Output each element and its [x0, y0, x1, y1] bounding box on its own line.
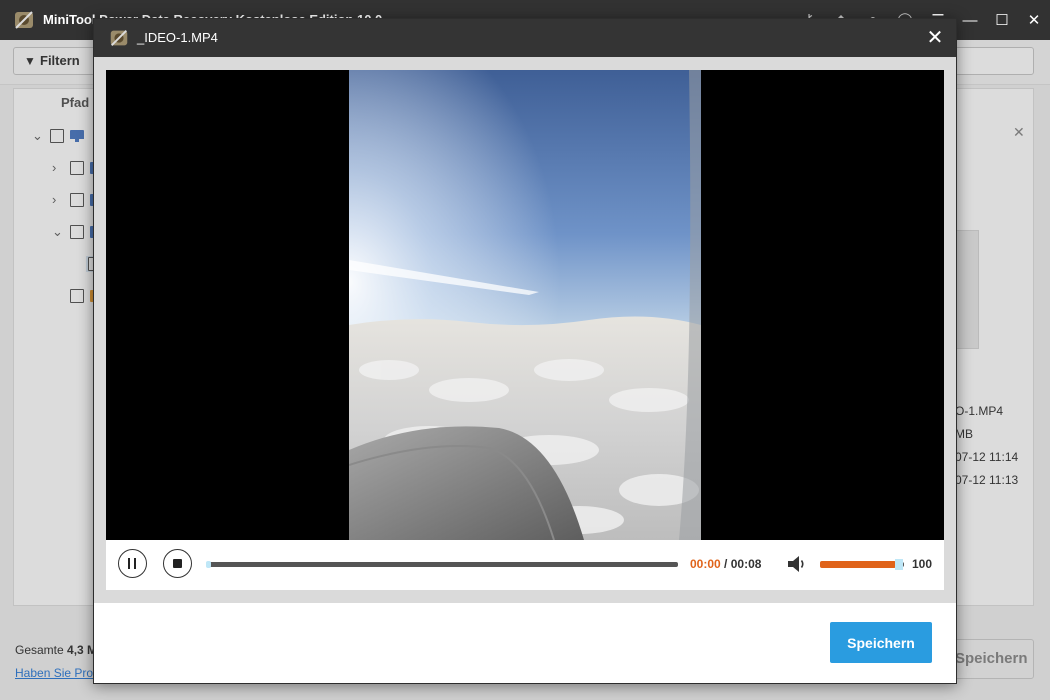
stop-button[interactable] [163, 549, 192, 578]
minimize-icon[interactable]: — [954, 0, 986, 40]
volume-handle[interactable] [895, 559, 903, 570]
volume-slider[interactable] [820, 561, 904, 568]
progress-fill [206, 561, 211, 568]
close-window-icon[interactable]: ✕ [1018, 0, 1050, 40]
video-preview-dialog: _IDEO-1.MP4 ✕ 00:00 / 00:08 100 Speicher… [93, 18, 957, 684]
time-display: 00:00 / 00:08 [690, 557, 761, 571]
dialog-titlebar: _IDEO-1.MP4 ✕ [94, 19, 956, 57]
video-player: 00:00 / 00:08 100 [94, 57, 956, 603]
stop-icon [173, 559, 182, 568]
volume-fill [820, 561, 896, 568]
save-button[interactable]: Speichern [830, 622, 932, 663]
close-icon[interactable]: ✕ [920, 24, 950, 52]
volume-icon[interactable] [786, 554, 808, 574]
maximize-icon[interactable]: ☐ [986, 0, 1018, 40]
duration: 00:08 [730, 557, 762, 571]
pause-button[interactable] [118, 549, 147, 578]
video-frame [349, 70, 701, 540]
volume-value: 100 [912, 557, 933, 571]
player-controls: 00:00 / 00:08 100 [106, 540, 944, 590]
app-logo-icon [15, 11, 33, 29]
progress-slider[interactable] [206, 561, 678, 568]
dialog-title: _IDEO-1.MP4 [137, 30, 218, 45]
pause-icon [128, 558, 137, 569]
app-logo-icon [110, 30, 128, 46]
current-time: 00:00 [690, 557, 721, 571]
time-separator: / [720, 557, 731, 571]
video-viewport[interactable] [106, 70, 944, 540]
